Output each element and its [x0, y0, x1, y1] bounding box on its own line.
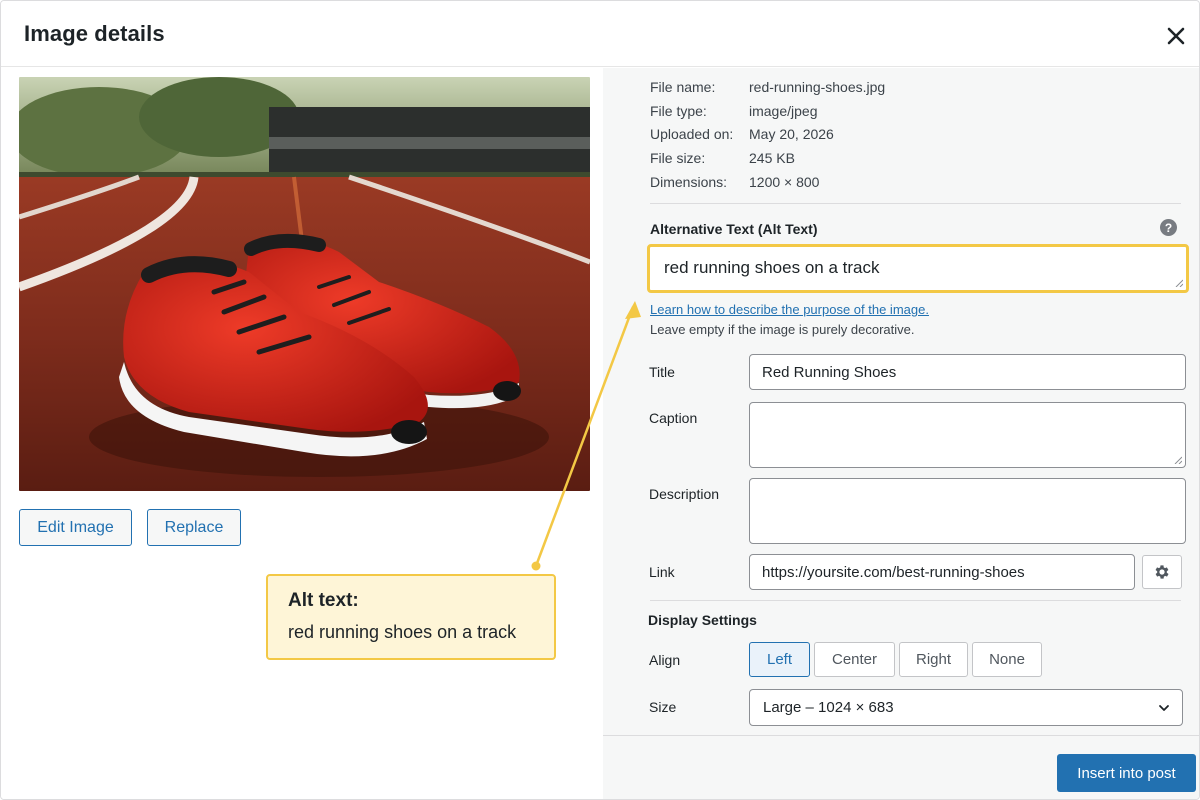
image-preview	[19, 77, 590, 491]
meta-value: 1200 × 800	[749, 174, 820, 190]
size-select[interactable]: Large – 1024 × 683	[749, 689, 1183, 726]
link-label: Link	[649, 564, 675, 580]
modal-header: Image details	[1, 1, 1199, 67]
meta-label: File type:	[650, 103, 707, 119]
meta-label: Uploaded on:	[650, 126, 734, 142]
align-left-button[interactable]: Left	[749, 642, 810, 677]
align-label: Align	[649, 652, 681, 668]
close-icon	[1167, 27, 1185, 45]
align-right-button[interactable]: Right	[899, 642, 968, 677]
learn-alt-text-link[interactable]: Learn how to describe the purpose of the…	[650, 302, 929, 317]
alt-text-callout: Alt text: red running shoes on a track	[266, 574, 556, 660]
link-value: https://yoursite.com/best-running-shoes	[762, 563, 1025, 581]
meta-value: May 20, 2026	[749, 126, 834, 142]
resize-handle-icon[interactable]	[1174, 456, 1182, 464]
chevron-down-icon	[1159, 705, 1169, 711]
alt-text-value: red running shoes on a track	[664, 258, 880, 277]
meta-value: red-running-shoes.jpg	[749, 79, 886, 95]
modal-title: Image details	[24, 21, 165, 46]
meta-value: 245 KB	[749, 150, 795, 166]
gear-icon	[1155, 565, 1169, 579]
preview-pane: Edit Image Replace Alt text: red running…	[1, 68, 603, 799]
divider	[650, 203, 1181, 204]
meta-label: Dimensions:	[650, 174, 728, 190]
size-label: Size	[649, 699, 677, 715]
edit-image-button[interactable]: Edit Image	[19, 509, 132, 546]
align-center-button[interactable]: Center	[814, 642, 895, 677]
align-none-button[interactable]: None	[972, 642, 1042, 677]
caption-label: Caption	[649, 410, 698, 426]
insert-into-post-button[interactable]: Insert into post	[1057, 754, 1196, 792]
description-textarea[interactable]	[749, 478, 1186, 544]
replace-button[interactable]: Replace	[147, 509, 241, 546]
footer-divider	[603, 735, 1199, 736]
title-input[interactable]: Red Running Shoes	[749, 354, 1186, 390]
image-details-modal: Image details Edit Image Replace Alt tex…	[0, 0, 1200, 800]
alt-text-input[interactable]: red running shoes on a track	[647, 244, 1189, 293]
attachment-details-pane: File name: red-running-shoes.jpg File ty…	[603, 68, 1199, 799]
close-button[interactable]	[1161, 21, 1191, 51]
caption-textarea[interactable]	[749, 402, 1186, 468]
callout-heading: Alt text:	[288, 590, 359, 611]
description-label: Description	[649, 486, 720, 502]
meta-value: image/jpeg	[749, 103, 818, 119]
help-icon[interactable]: ?	[1160, 219, 1177, 236]
display-settings-title: Display Settings	[648, 612, 757, 628]
callout-text: red running shoes on a track	[288, 622, 517, 642]
resize-handle-icon[interactable]	[1175, 279, 1183, 287]
divider	[650, 600, 1181, 601]
meta-label: File size:	[650, 150, 706, 166]
title-value: Red Running Shoes	[762, 363, 897, 381]
link-input[interactable]: https://yoursite.com/best-running-shoes	[749, 554, 1135, 590]
link-settings-button[interactable]	[1142, 555, 1182, 589]
alt-text-hint: Leave empty if the image is purely decor…	[650, 322, 915, 337]
title-label: Title	[649, 364, 675, 380]
meta-label: File name:	[650, 79, 716, 95]
align-button-group: Left Center Right None	[749, 642, 1042, 677]
alt-text-label: Alternative Text (Alt Text)	[650, 221, 818, 237]
size-value: Large – 1024 × 683	[763, 699, 894, 716]
red-running-shoes-photo	[19, 77, 590, 491]
